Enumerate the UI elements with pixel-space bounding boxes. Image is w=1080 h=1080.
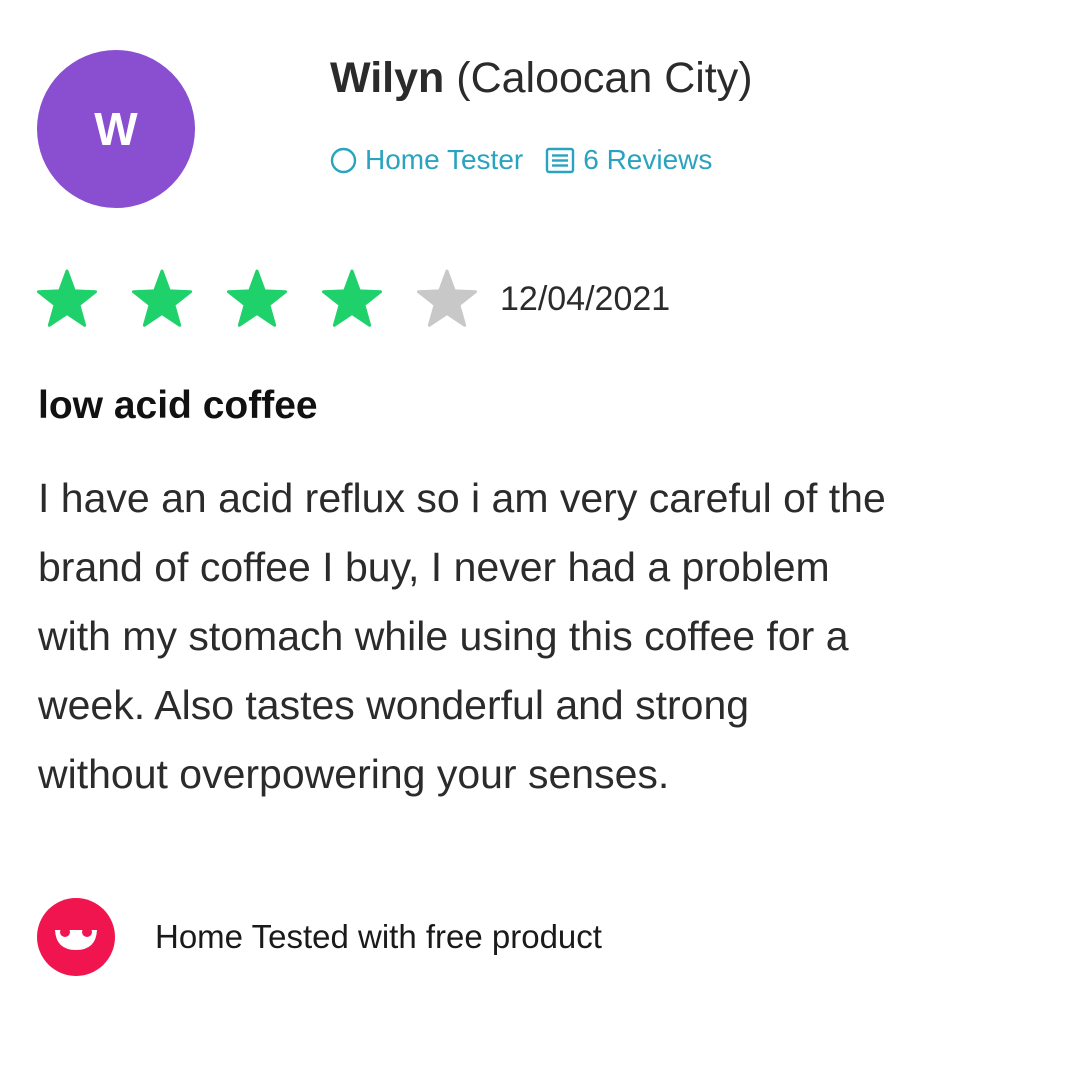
reviewer-name: Wilyn (Caloocan City): [330, 54, 753, 103]
reviewer-name-text: Wilyn: [330, 54, 445, 102]
star-filled-icon: [36, 269, 98, 327]
star-filled-icon: [321, 269, 383, 327]
star-empty-icon: [416, 269, 478, 327]
reviewer-meta: Home Tester 6 Reviews: [330, 144, 712, 176]
review-date: 12/04/2021: [500, 279, 671, 318]
avatar: W: [37, 50, 195, 208]
star-filled-icon: [131, 269, 193, 327]
avatar-initial: W: [94, 103, 138, 155]
smile-logo-icon: [37, 898, 115, 976]
circle-outline-icon: [330, 147, 357, 174]
reviews-count-text: 6 Reviews: [583, 144, 713, 175]
review-title: low acid coffee: [38, 384, 318, 427]
reviewer-location: (Caloocan City): [456, 54, 753, 102]
star-filled-icon: [226, 269, 288, 327]
list-icon: [545, 147, 575, 174]
reviews-count-link[interactable]: 6 Reviews: [545, 144, 712, 176]
star-rating: [36, 268, 500, 330]
home-tested-badge: Home Tested with free product: [37, 898, 602, 976]
home-tester-label: Home Tester: [330, 144, 523, 176]
review-card: W Wilyn (Caloocan City) Home Tester 6 Re…: [0, 0, 1080, 1080]
review-body: I have an acid reflux so i am very caref…: [38, 475, 886, 797]
badge-text: Home Tested with free product: [155, 918, 602, 955]
rating-row: 12/04/2021: [36, 268, 670, 330]
home-tester-text: Home Tester: [365, 144, 524, 175]
